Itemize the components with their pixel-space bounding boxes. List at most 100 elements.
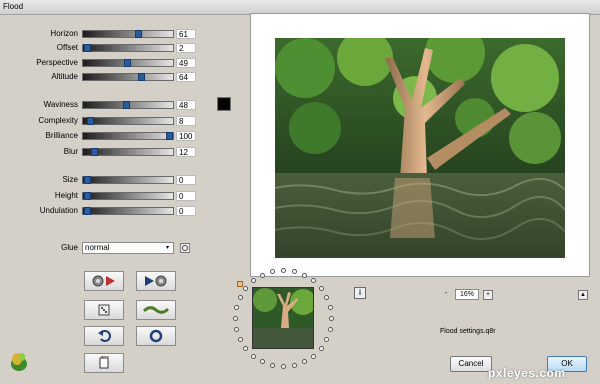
navigator-thumbnail[interactable] — [252, 287, 314, 349]
param-label-undulation: Undulation — [39, 206, 78, 215]
zoom-level[interactable]: 16% — [455, 289, 479, 300]
navigator-ring-dot — [270, 362, 276, 368]
slider-thumb[interactable] — [166, 132, 174, 140]
slider-thumb[interactable] — [83, 176, 91, 184]
slider-altitude[interactable] — [82, 73, 174, 81]
window-title: Flood — [3, 2, 24, 11]
value-height[interactable]: 0 — [176, 191, 196, 201]
copy-button[interactable] — [84, 353, 124, 373]
navigator-ring-dot — [310, 278, 316, 284]
value-waviness[interactable]: 48 — [176, 100, 196, 110]
slider-waviness[interactable] — [82, 101, 174, 109]
value-perspective[interactable]: 49 — [176, 58, 196, 68]
navigator-ring-dot — [251, 278, 257, 284]
value-altitude[interactable]: 64 — [176, 72, 196, 82]
preview-panel[interactable] — [250, 13, 590, 277]
reset-icon — [149, 329, 163, 343]
value-size[interactable]: 0 — [176, 175, 196, 185]
slider-thumb[interactable] — [124, 59, 132, 67]
watermark: pxleyes.com — [488, 366, 566, 380]
slider-undulation[interactable] — [82, 207, 174, 215]
wave-preset-button[interactable] — [136, 300, 176, 320]
navigator-ring-dot — [237, 336, 243, 342]
navigator-ring-dot — [324, 295, 330, 301]
undo-icon — [98, 330, 111, 342]
undo-button[interactable] — [84, 326, 124, 346]
wave-preset-icon — [143, 306, 169, 314]
navigator-ring-dot — [251, 353, 257, 359]
navigator-ring-dot — [301, 359, 307, 365]
param-label-brilliance: Brilliance — [45, 131, 78, 140]
slider-thumb[interactable] — [134, 30, 142, 38]
navigator-ring-dot — [243, 345, 249, 351]
glue-select[interactable]: normal ▾ — [82, 242, 174, 254]
slider-thumb[interactable] — [83, 192, 91, 200]
value-brilliance[interactable]: 100 — [176, 131, 196, 141]
slider-height[interactable] — [82, 192, 174, 200]
value-horizon[interactable]: 61 — [176, 29, 196, 39]
color-swatch[interactable] — [217, 97, 231, 111]
slider-thumb[interactable] — [90, 148, 98, 156]
slider-horizon[interactable] — [82, 30, 174, 38]
slider-thumb[interactable] — [83, 207, 91, 215]
chevron-down-icon: ▾ — [165, 245, 169, 251]
slider-blur[interactable] — [82, 148, 174, 156]
navigator-ring-dot — [329, 316, 334, 321]
param-label-waviness: Waviness — [43, 100, 78, 109]
navigator-ring-dot — [318, 345, 324, 351]
navigator-ring-dot — [310, 353, 316, 359]
random-next-button[interactable] — [136, 271, 176, 291]
value-undulation[interactable]: 0 — [176, 206, 196, 216]
preview-image — [275, 38, 565, 258]
navigator-ring-dot — [233, 316, 238, 321]
param-label-size: Size — [62, 175, 78, 184]
cancel-button[interactable]: Cancel — [450, 356, 492, 372]
reset-button[interactable] — [136, 326, 176, 346]
collapse-icon[interactable]: ▲ — [578, 290, 588, 300]
slider-complexity[interactable] — [82, 117, 174, 125]
random-next-icon — [145, 275, 167, 287]
navigator-ring-dot — [291, 269, 297, 275]
slider-thumb[interactable] — [123, 101, 131, 109]
value-offset[interactable]: 2 — [176, 43, 196, 53]
slider-offset[interactable] — [82, 44, 174, 52]
zoom-in-button[interactable]: + — [483, 290, 493, 300]
navigator-ring-dot — [324, 336, 330, 342]
navigator-handle[interactable] — [237, 281, 243, 287]
navigator-ring-dot — [234, 305, 240, 311]
info-icon[interactable]: i — [354, 287, 366, 299]
filter-logo-icon — [8, 350, 30, 372]
param-label-perspective: Perspective — [36, 58, 78, 67]
navigator-ring-dot — [327, 305, 333, 311]
navigator-ring-dot — [243, 286, 249, 292]
slider-thumb[interactable] — [137, 73, 145, 81]
slider-brilliance[interactable] — [82, 132, 174, 140]
navigator-ring-dot — [260, 359, 266, 365]
navigator-ring-dot — [260, 272, 266, 278]
glue-selected: normal — [85, 243, 110, 252]
slider-thumb[interactable] — [83, 44, 91, 52]
glue-label: Glue — [61, 243, 78, 252]
dice-button[interactable] — [84, 300, 124, 320]
settings-icon[interactable] — [180, 243, 190, 253]
navigator-ring-dot — [301, 272, 307, 278]
zoom-out-button[interactable]: - — [445, 290, 447, 297]
navigator-ring-dot — [327, 326, 333, 332]
settings-file-name: Flood settings.q8r — [440, 328, 496, 335]
navigator-ring-dot — [281, 364, 286, 369]
slider-size[interactable] — [82, 176, 174, 184]
random-previous-icon — [92, 275, 115, 287]
param-label-offset: Offset — [56, 43, 78, 52]
navigator-ring-dot — [291, 362, 297, 368]
param-label-height: Height — [54, 191, 78, 200]
navigator-ring-dot — [237, 295, 243, 301]
slider-perspective[interactable] — [82, 59, 174, 67]
navigator-ring-dot — [318, 286, 324, 292]
random-previous-button[interactable] — [84, 271, 124, 291]
value-blur[interactable]: 12 — [176, 147, 196, 157]
param-label-complexity: Complexity — [38, 116, 78, 125]
slider-thumb[interactable] — [87, 117, 95, 125]
value-complexity[interactable]: 8 — [176, 116, 196, 126]
dice-icon — [98, 304, 110, 316]
param-label-blur: Blur — [63, 147, 78, 156]
